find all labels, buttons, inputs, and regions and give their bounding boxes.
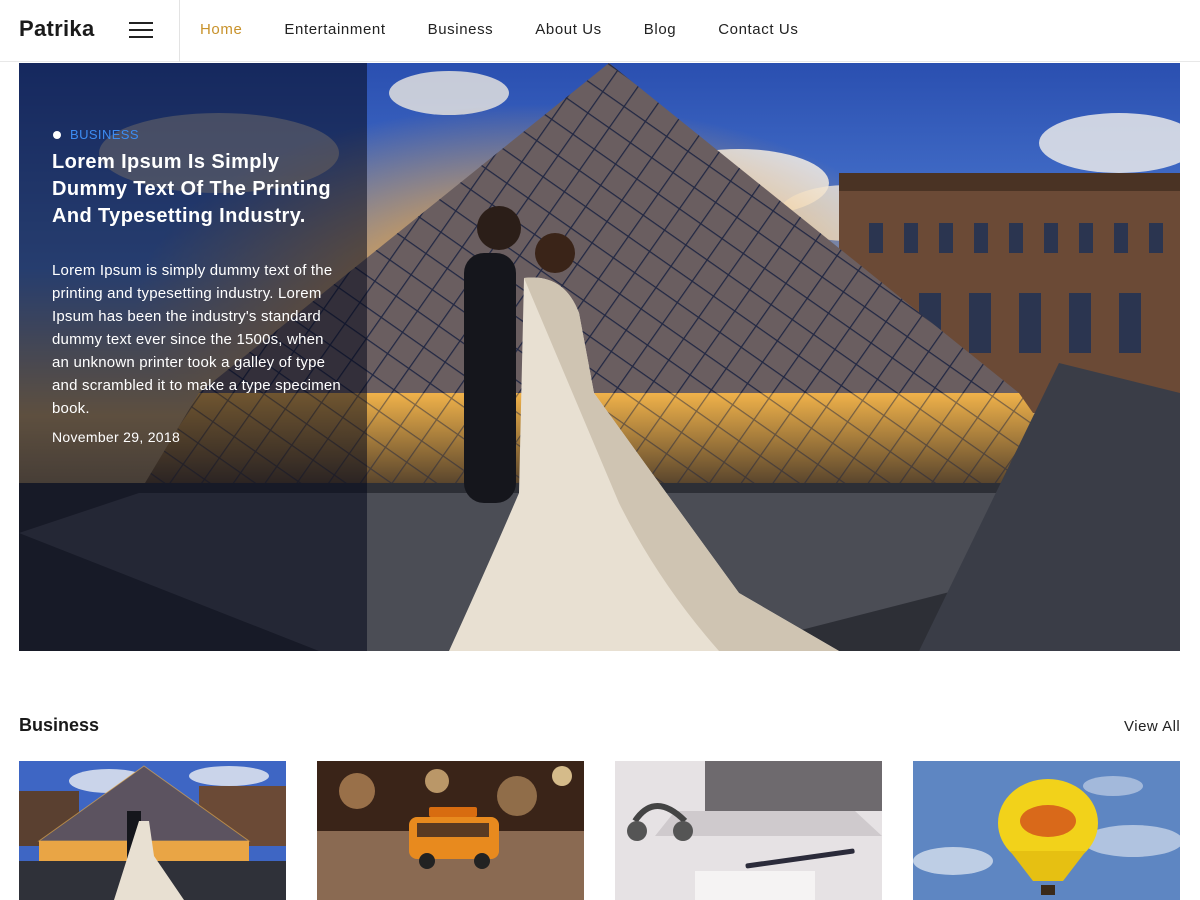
hero-text-overlay: BUSINESS Lorem Ipsum Is Simply Dummy Tex… xyxy=(19,63,367,651)
hero-excerpt: Lorem Ipsum is simply dummy text of the … xyxy=(52,262,341,417)
site-header: Patrika Home Entertainment Business Abou… xyxy=(0,0,1200,62)
view-all-link[interactable]: View All xyxy=(1124,718,1180,735)
hero-title[interactable]: Lorem Ipsum Is Simply Dummy Text Of The … xyxy=(52,149,342,230)
nav-item-about-us[interactable]: About Us xyxy=(535,21,602,38)
hero-category[interactable]: BUSINESS xyxy=(53,127,139,142)
toy-bus-image xyxy=(317,761,584,900)
main-nav: Home Entertainment Business About Us Blo… xyxy=(200,21,840,38)
nav-item-contact-us[interactable]: Contact Us xyxy=(718,21,798,38)
business-post-thumbnail[interactable] xyxy=(913,761,1180,900)
louvre-couple-image xyxy=(19,761,286,900)
hot-air-balloon-image xyxy=(913,761,1180,900)
nav-item-business[interactable]: Business xyxy=(428,21,494,38)
business-post-thumbnail[interactable] xyxy=(19,761,286,900)
nav-item-home[interactable]: Home xyxy=(200,21,242,38)
business-post-thumbnail[interactable] xyxy=(615,761,882,900)
laptop-headphones-image xyxy=(615,761,882,900)
hero-date: November 29, 2018 xyxy=(52,429,181,445)
hero-featured-post[interactable]: BUSINESS Lorem Ipsum Is Simply Dummy Tex… xyxy=(19,63,1180,651)
dot-icon xyxy=(53,130,61,139)
business-section-title: Business xyxy=(19,715,100,735)
header-divider xyxy=(179,0,180,62)
hero-category-label[interactable]: BUSINESS xyxy=(70,127,139,142)
nav-item-entertainment[interactable]: Entertainment xyxy=(284,21,385,38)
hamburger-menu-icon[interactable] xyxy=(129,22,153,39)
nav-item-blog[interactable]: Blog xyxy=(644,21,676,38)
site-logo[interactable]: Patrika xyxy=(19,16,94,42)
business-post-thumbnail[interactable] xyxy=(317,761,584,900)
